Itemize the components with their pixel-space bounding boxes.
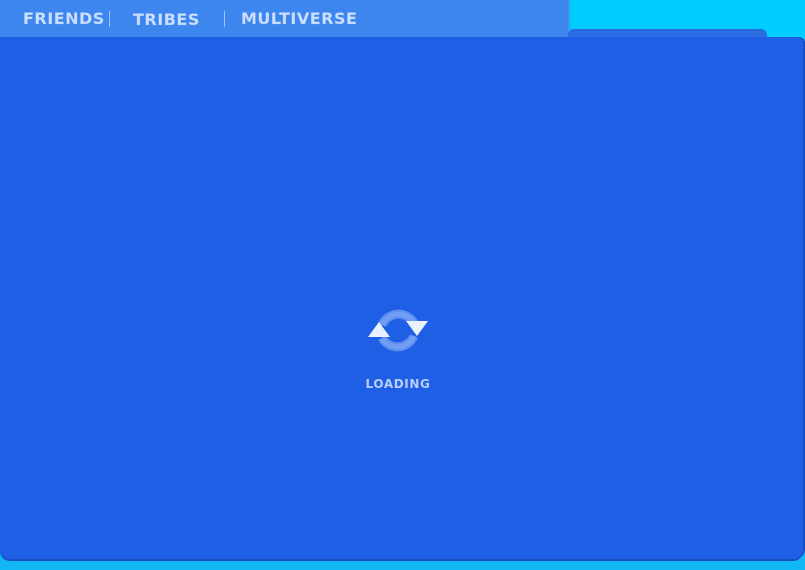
- tab-separator: [109, 11, 110, 27]
- tab-separator: [224, 11, 225, 27]
- app-window: Friends Tribes Multiverse Loading: [0, 0, 805, 570]
- content-panel: [0, 37, 803, 559]
- loading-indicator: Loading: [360, 303, 440, 393]
- loading-label: Loading: [365, 377, 431, 391]
- refresh-icon: [368, 309, 428, 352]
- tab-bar: Friends Tribes Multiverse: [0, 0, 568, 39]
- tab-tribes[interactable]: Tribes: [133, 10, 200, 29]
- tab-friends[interactable]: Friends: [23, 9, 105, 28]
- tab-multiverse[interactable]: Multiverse: [241, 9, 357, 28]
